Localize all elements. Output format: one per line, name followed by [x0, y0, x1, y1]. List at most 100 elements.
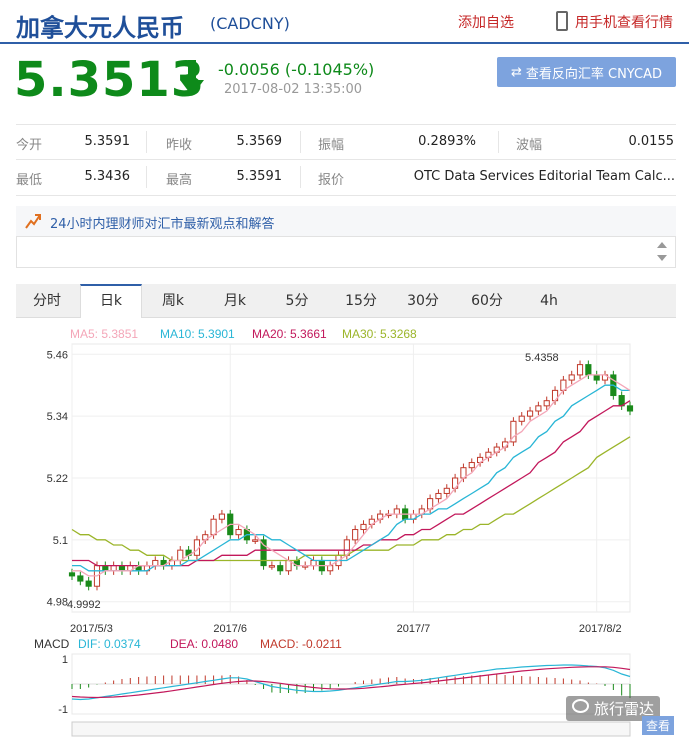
price-chart: MA5: 5.3851 MA10: 5.3901 MA20: 5.3661 MA30:…	[34, 327, 634, 737]
stat-label: 波幅	[516, 138, 543, 153]
stat-value: 5.3591	[84, 134, 131, 149]
reverse-rate-button[interactable]: ⇄ 查看反向汇率 CNYCAD	[497, 57, 676, 87]
candle-body	[443, 487, 450, 494]
chart-area: MA5: 5.3851 MA10: 5.3901 MA20: 5.3661 MA30:…	[0, 322, 689, 737]
current-price: 5.3513	[14, 52, 206, 108]
advisor-content	[16, 236, 676, 268]
candle-body	[252, 539, 259, 542]
stats-table: 今开 5.3591 昨收 5.3569 振幅 0.2893% 波幅 0.0155…	[16, 124, 676, 196]
candle-body	[360, 523, 367, 531]
stat-value: 5.3436	[84, 169, 131, 184]
candle-body	[118, 565, 126, 572]
candle-body	[593, 374, 600, 381]
candle-body	[518, 415, 525, 422]
stat-label: 最高	[166, 173, 193, 188]
candle-body	[352, 529, 359, 541]
price-annotation: 5.4358	[525, 352, 559, 364]
view-button[interactable]: 查看	[642, 716, 675, 735]
candle-body	[110, 565, 117, 572]
candle-body	[152, 559, 159, 567]
y-tick-label: 4.98	[47, 597, 68, 609]
legend-entry: MA5: 5.3851	[70, 327, 138, 341]
candle-body	[310, 559, 317, 567]
candle-body	[568, 374, 575, 381]
stats-row: 今开 5.3591 昨收 5.3569 振幅 0.2893% 波幅 0.0155	[16, 124, 676, 160]
legend-entry: MA30: 5.3268	[342, 327, 417, 341]
phone-icon	[556, 11, 568, 31]
candle-body	[277, 565, 284, 572]
mobile-view-link[interactable]: 用手机查看行情	[575, 12, 673, 32]
candle-body	[468, 462, 475, 469]
chart-tabs: 分时 日k 周k 月k 5分 15分 30分 60分 4h	[16, 284, 676, 318]
stat-value: 0.0155	[628, 134, 675, 149]
x-tick-label: 2017/7	[397, 623, 431, 635]
x-tick-label: 2017/6	[213, 623, 247, 635]
legend-entry: MA10: 5.3901	[160, 327, 235, 341]
price-annotation: 4.9992	[67, 599, 101, 611]
add-favorite-link[interactable]: 添加自选	[458, 12, 514, 32]
stat-value: 0.2893%	[418, 134, 476, 149]
candle-body	[210, 518, 217, 536]
stat-label: 振幅	[318, 138, 345, 153]
swap-icon: ⇄	[510, 64, 522, 80]
tab-weekly-k[interactable]: 周k	[142, 284, 204, 318]
navigator-strip	[71, 721, 631, 737]
stat-value: OTC Data Services Editorial Team Calc...	[413, 169, 675, 184]
scroll-up-icon[interactable]	[657, 242, 667, 248]
advisor-bar[interactable]: 24小时内理财师对汇市最新观点和解答	[16, 206, 676, 236]
page-header: 加拿大元人民币 (CADCNY) 添加自选 用手机查看行情	[0, 0, 689, 44]
candle-body	[543, 400, 550, 407]
candle-body	[268, 565, 275, 568]
tab-daily-k[interactable]: 日k	[80, 284, 142, 318]
down-arrow-icon	[180, 60, 204, 96]
candle-body	[77, 575, 84, 582]
macd-legend-entry: DEA: 0.0480	[170, 637, 238, 651]
trend-icon	[25, 214, 41, 229]
tab-60min[interactable]: 60分	[456, 284, 518, 318]
stat-value: 5.3591	[236, 169, 283, 184]
tab-timeshare[interactable]: 分时	[16, 284, 78, 318]
scroll-down-icon[interactable]	[657, 255, 667, 261]
tab-15min[interactable]: 15分	[330, 284, 392, 318]
y-tick-label: 5.1	[53, 535, 68, 547]
currency-code: (CADCNY)	[210, 14, 290, 33]
price-change: -0.0056 (-0.1045%)	[218, 60, 375, 79]
x-tick-label: 2017/5/3	[70, 623, 113, 635]
macd-legend-entry: DIF: 0.0374	[78, 637, 141, 651]
candle-body	[102, 565, 109, 572]
tab-monthly-k[interactable]: 月k	[204, 284, 266, 318]
candle-body	[585, 364, 592, 376]
candle-body	[327, 565, 334, 572]
candle-body	[435, 492, 442, 500]
stat-label: 今开	[16, 138, 43, 153]
tab-30min[interactable]: 30分	[392, 284, 454, 318]
wechat-icon	[572, 699, 589, 713]
candle-body	[576, 364, 584, 376]
stat-label: 昨收	[166, 138, 193, 153]
y-tick-label: 5.34	[47, 411, 68, 423]
ma30-line	[71, 436, 631, 562]
ma20-line	[72, 400, 631, 567]
advisor-text: 24小时内理财师对汇市最新观点和解答	[50, 217, 275, 232]
candle-body	[535, 405, 542, 412]
macd-y-tick: 1	[62, 654, 68, 666]
candle-body	[68, 572, 76, 577]
macd-legend-entry: MACD	[34, 637, 70, 651]
stats-row: 最低 5.3436 最高 5.3591 报价 OTC Data Services…	[16, 160, 676, 196]
candle-body	[85, 580, 92, 587]
page-title: 加拿大元人民币	[16, 14, 184, 42]
y-tick-label: 5.46	[47, 349, 68, 361]
tab-5min[interactable]: 5分	[266, 284, 328, 318]
macd-legend-entry: MACD: -0.0211	[260, 637, 342, 651]
reverse-rate-label: 查看反向汇率 CNYCAD	[525, 66, 663, 82]
candle-body	[626, 405, 634, 412]
x-tick-label: 2017/8/2	[579, 623, 622, 635]
stat-value: 5.3569	[236, 134, 283, 149]
legend-entry: MA20: 5.3661	[252, 327, 327, 341]
stat-label: 最低	[16, 173, 43, 188]
macd-y-tick: -1	[58, 704, 68, 716]
candle-body	[393, 508, 400, 515]
tab-4h[interactable]: 4h	[518, 284, 580, 318]
quote-timestamp: 2017-08-02 13:35:00	[224, 82, 363, 97]
y-tick-label: 5.22	[47, 473, 68, 485]
